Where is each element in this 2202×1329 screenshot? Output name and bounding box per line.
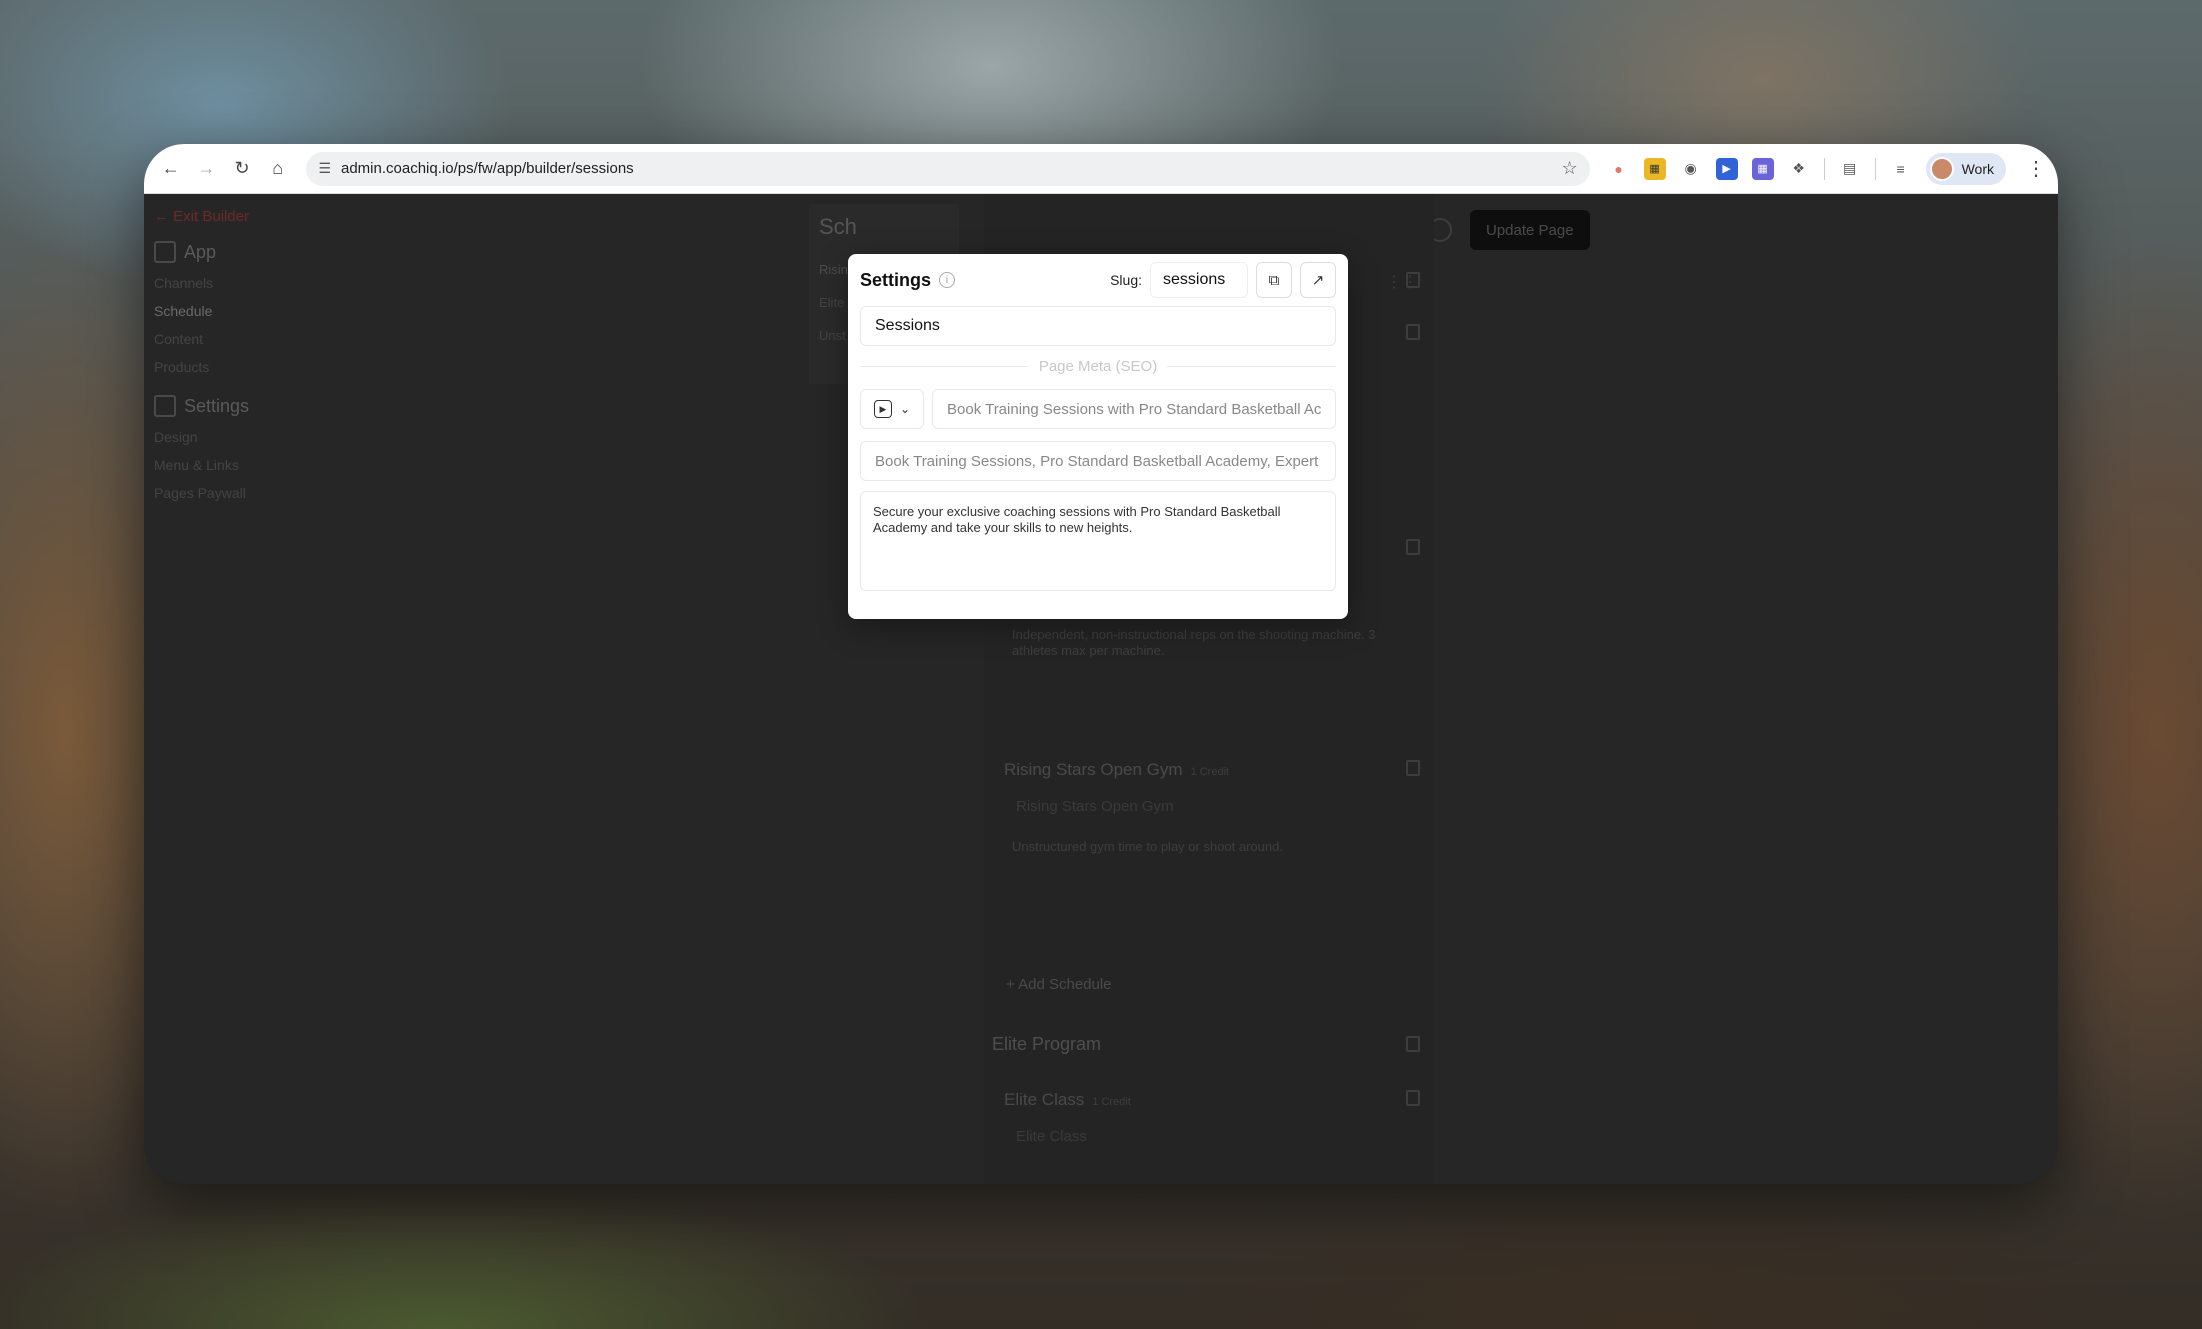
trash-icon[interactable] [1406, 539, 1420, 555]
sidebar-section-settings: Settings [154, 395, 314, 417]
sidebar-section-label: App [184, 241, 217, 262]
sidebar-item-products[interactable]: Products [154, 359, 314, 375]
tab-search-icon[interactable]: ▤ [1839, 158, 1861, 180]
camera-icon[interactable]: ◉ [1680, 158, 1702, 180]
seo-divider-label: Page Meta (SEO) [1038, 358, 1158, 375]
extensions-area: ● ▦ ◉ ▶ ▦ ❖ ▤ ≡ Work ⋮ [1608, 152, 2046, 185]
sidebar-item-channels[interactable]: Channels [154, 275, 314, 291]
divider-line [860, 366, 1029, 367]
credit-count: 1 Credit [1190, 766, 1230, 778]
trash-icon[interactable] [1406, 760, 1420, 776]
info-icon[interactable]: i [939, 272, 956, 288]
meta-title-row: ▶ ⌄ [860, 389, 1336, 429]
divider-line [1167, 366, 1337, 367]
builder-sidebar: ← Exit Builder App Channels Schedule Con… [154, 208, 314, 513]
sidebar-section-app: App [154, 241, 314, 263]
trash-icon[interactable] [1406, 324, 1420, 340]
schedule-item-description[interactable]: Unstructured gym time to play or shoot a… [1012, 839, 1424, 855]
apps-icon [154, 241, 176, 263]
add-schedule-label: Add Schedule [1018, 976, 1112, 993]
profile-chip[interactable]: Work [1925, 152, 2007, 185]
trash-icon[interactable] [1406, 272, 1420, 288]
exit-builder-link[interactable]: ← Exit Builder [154, 208, 314, 225]
slug-label: Slug: [1110, 272, 1142, 288]
schedule-item-title[interactable]: Rising Stars Open Gym 1 Credit [1004, 760, 1424, 780]
chevron-down-icon: ⌄ [899, 402, 911, 416]
icon-picker-dropdown[interactable]: ▶ ⌄ [860, 389, 924, 429]
slug-input[interactable] [1150, 262, 1248, 298]
schedule-item-title-text: Rising Stars Open Gym [1004, 760, 1183, 779]
address-bar[interactable]: ☰ admin.coachiq.io/ps/fw/app/builder/ses… [306, 151, 1590, 186]
url-text: admin.coachiq.io/ps/fw/app/builder/sessi… [341, 160, 634, 177]
sidebar-item-pages-paywall[interactable]: Pages Paywall [154, 485, 314, 501]
sidebar-item-design[interactable]: Design [154, 429, 314, 445]
browser-toolbar: ← → ↻ ⌂ ☰ admin.coachiq.io/ps/fw/app/bui… [144, 144, 2058, 194]
puzzle-icon[interactable]: ❖ [1788, 158, 1810, 180]
schedule-item-subtitle[interactable]: Rising Stars Open Gym [1016, 798, 1424, 815]
page-title-input[interactable] [860, 306, 1336, 346]
schedule-item: Rising Stars Open Gym 1 Credit Rising Sta… [1004, 760, 1424, 855]
asana-icon[interactable]: ● [1608, 158, 1630, 180]
meta-title-input[interactable] [932, 389, 1336, 429]
trash-icon[interactable] [1406, 1090, 1420, 1106]
exit-builder-label: Exit Builder [173, 208, 250, 225]
sidebar-item-schedule[interactable]: Schedule [154, 303, 314, 319]
modal-header: Settings i Slug: ⧉ ↗ [860, 254, 1336, 306]
meta-keywords-input[interactable] [860, 441, 1336, 481]
reload-icon[interactable]: ↻ [227, 154, 257, 184]
back-icon[interactable]: ← [156, 154, 186, 184]
update-page-button[interactable]: Update Page [1470, 210, 1590, 250]
group-title[interactable]: Elite Program [992, 1034, 1412, 1055]
site-settings-icon[interactable]: ☰ [318, 160, 331, 177]
forward-icon[interactable]: → [192, 154, 222, 184]
sidebar-item-menu-links[interactable]: Menu & Links [154, 457, 314, 473]
toolbar-divider [1823, 157, 1825, 180]
schedule-item-title[interactable]: Elite Class 1 Credit [1004, 1090, 1424, 1110]
extension-purple-icon[interactable]: ▦ [1751, 157, 1774, 180]
browser-window: ← → ↻ ⌂ ☰ admin.coachiq.io/ps/fw/app/bui… [144, 144, 2058, 1184]
share-icon[interactable]: ↗ [1300, 262, 1336, 298]
menu-icon[interactable]: ⋮ [2026, 156, 2046, 181]
profile-label: Work [1961, 160, 1995, 177]
modal-title: Settings [860, 269, 932, 290]
home-icon[interactable]: ⌂ [263, 154, 293, 184]
star-icon[interactable]: ☆ [1561, 158, 1577, 179]
reading-list-icon[interactable]: ≡ [1890, 158, 1912, 180]
add-schedule-button[interactable]: + Add Schedule [1006, 976, 1426, 993]
schedule-item-subtitle[interactable]: Elite Class [1016, 1128, 1424, 1145]
sidebar-section-label: Settings [184, 395, 250, 416]
settings-modal: Settings i Slug: ⧉ ↗ Page Meta (SEO) ▶ ⌄ [848, 254, 1348, 619]
play-icon: ▶ [873, 400, 892, 418]
schedule-item-description[interactable]: Independent, non-instructional reps on t… [1012, 627, 1424, 659]
schedule-item: Elite Class 1 Credit Elite Class [1004, 1090, 1424, 1145]
avatar [1929, 156, 1954, 181]
extension-yellow-icon[interactable]: ▦ [1643, 157, 1666, 180]
copy-icon[interactable]: ⧉ [1256, 262, 1292, 298]
toolbar-divider [1874, 157, 1876, 180]
drag-handle-icon[interactable]: ⋮⋮ [1386, 272, 1418, 291]
seo-divider: Page Meta (SEO) [860, 358, 1337, 375]
sidebar-item-content[interactable]: Content [154, 331, 314, 347]
credit-count: 1 Credit [1092, 1096, 1131, 1108]
page-content: ← Exit Builder App Channels Schedule Con… [144, 194, 2058, 1184]
panel-heading: Sch [819, 214, 857, 239]
trash-icon[interactable] [1406, 1036, 1420, 1052]
sliders-icon [154, 395, 176, 417]
meta-description-textarea[interactable]: Secure your exclusive coaching sessions … [860, 491, 1336, 591]
schedule-item-title-text: Elite Class [1004, 1090, 1085, 1109]
extension-blue-icon[interactable]: ▶ [1715, 157, 1738, 180]
